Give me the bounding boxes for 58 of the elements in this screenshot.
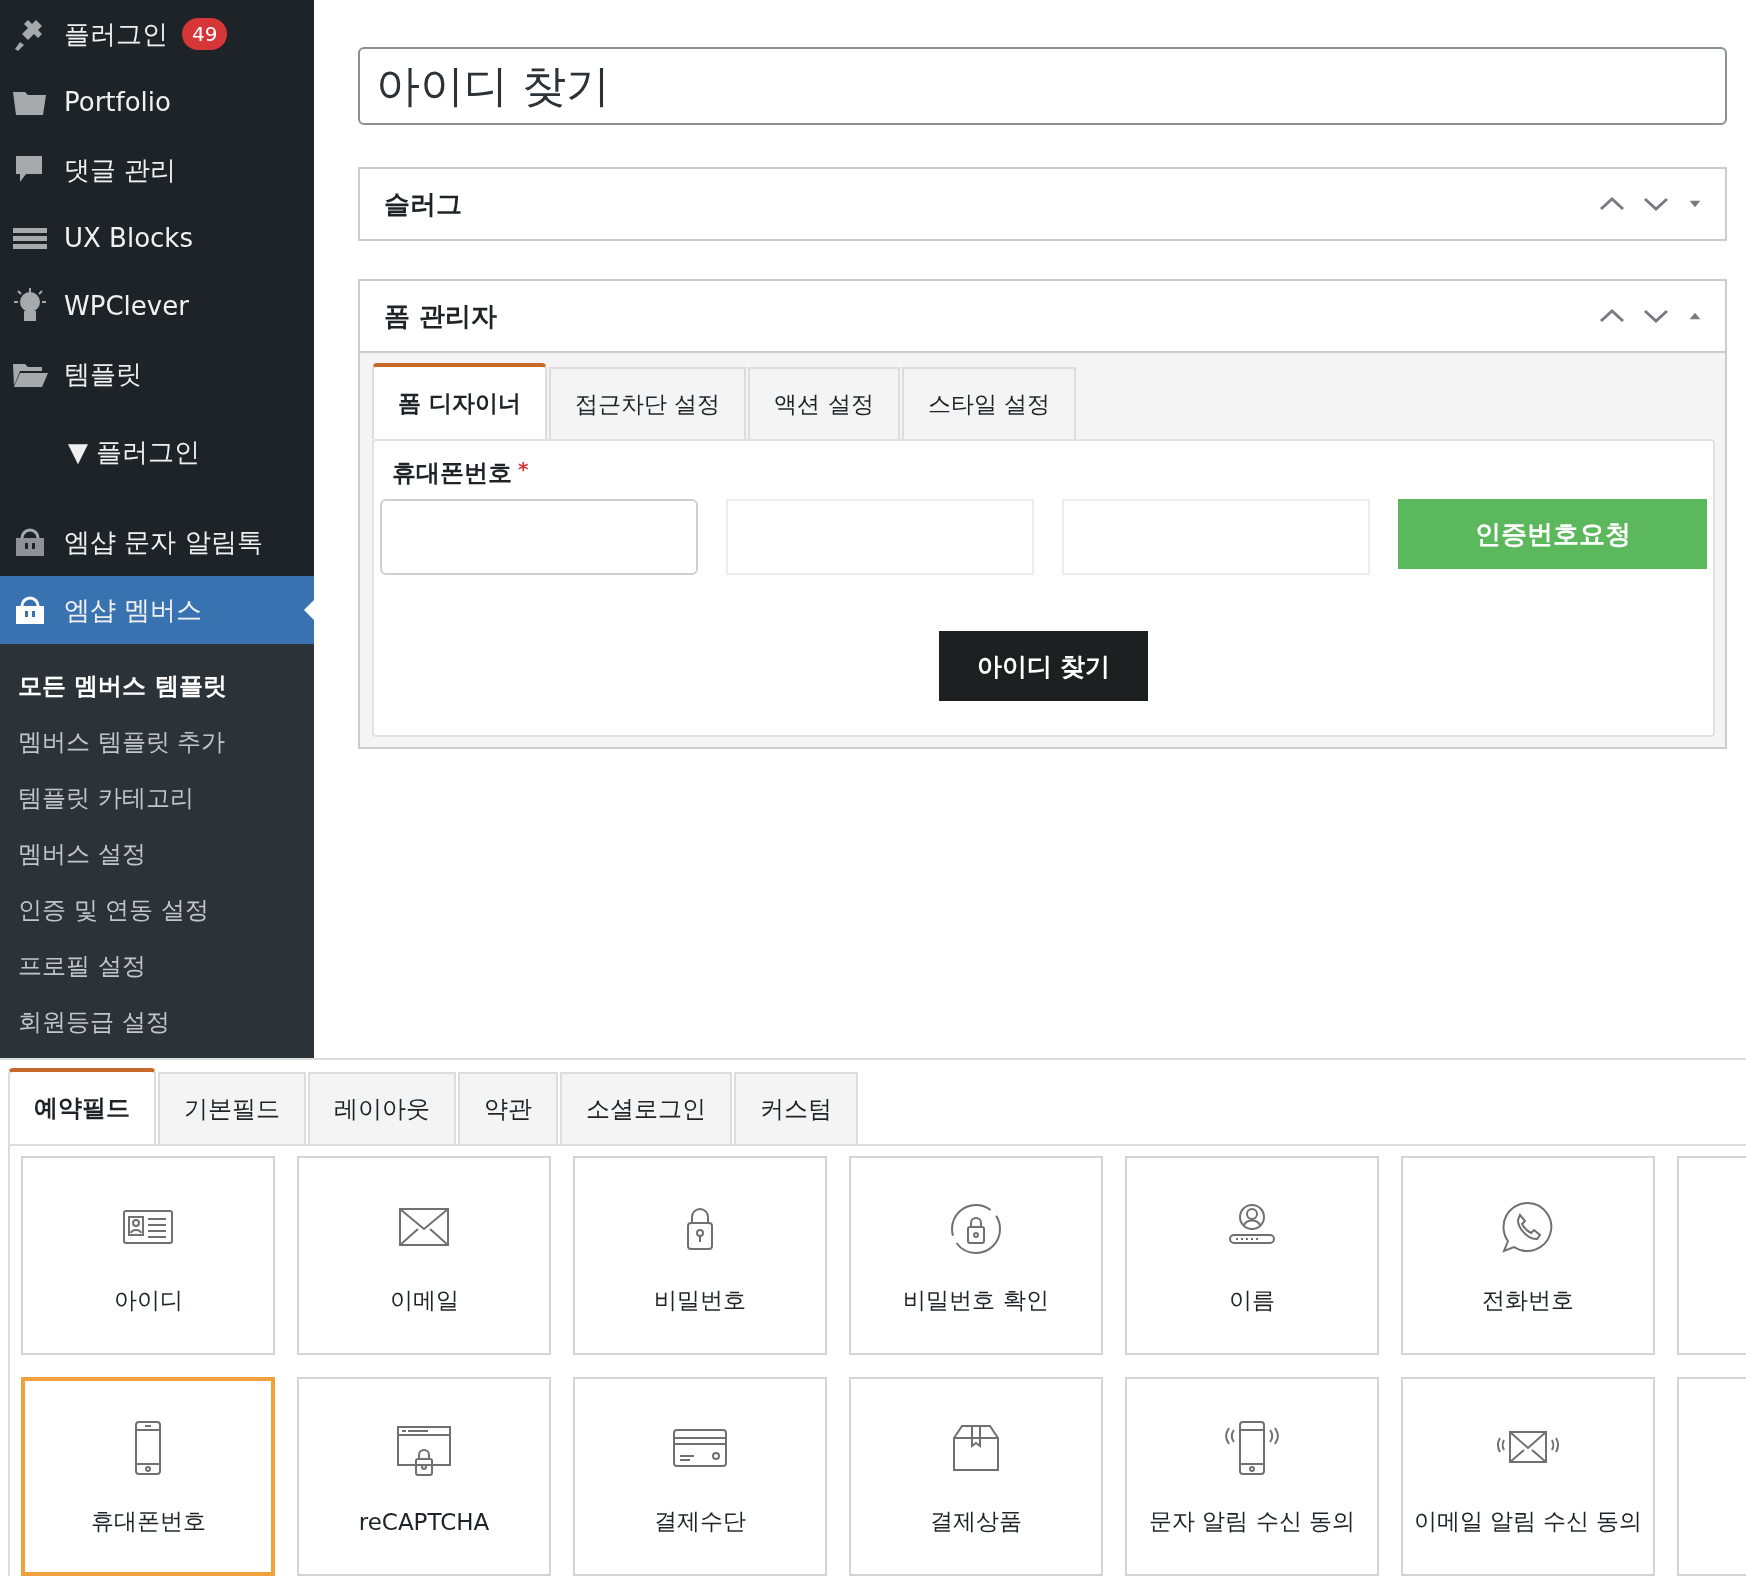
field-card-label: 전화번호 — [1482, 1286, 1574, 1315]
field-card[interactable]: 결제수단 — [573, 1377, 827, 1576]
sidebar-menu-item[interactable]: 엠샵 멤버스 — [0, 576, 314, 644]
sidebar-menu-item[interactable]: 플러그인 49 — [0, 0, 314, 68]
meta-box-title: 슬러그 — [384, 187, 462, 221]
field-card-label: 이메일 알림 수신 동의 — [1413, 1507, 1643, 1536]
sidebar-menu-item[interactable]: ▼ 플러그인 — [0, 418, 314, 486]
sidebar-menu-item[interactable]: UX Blocks — [0, 204, 314, 272]
tab[interactable]: 예약필드 — [8, 1068, 156, 1144]
field-card[interactable]: 이름 — [1125, 1156, 1379, 1355]
submenu-item[interactable]: 멤버스 설정 — [0, 826, 314, 882]
field-card[interactable]: reCAPTCHA — [297, 1377, 551, 1576]
sidebar-menu-item[interactable]: Portfolio — [0, 68, 314, 136]
field-card-label: 이메일 — [389, 1286, 459, 1315]
field-card-label: 아이디 — [113, 1286, 183, 1315]
field-card[interactable]: 문자 알림 수신 동의 — [1125, 1377, 1379, 1576]
tab[interactable]: 소셜로그인 — [560, 1072, 732, 1144]
field-card-label: 비밀번호 — [654, 1286, 746, 1315]
submenu-item[interactable]: 템플릿 카테고리 — [0, 770, 314, 826]
submenu-item[interactable]: 프로필 설정 — [0, 938, 314, 994]
submenu-item[interactable]: 회원등급 설정 — [0, 994, 314, 1050]
tab[interactable]: 액션 설정 — [748, 367, 900, 439]
tab[interactable]: 레이아웃 — [308, 1072, 456, 1144]
sidebar-menu-item[interactable]: 템플릿 — [0, 340, 314, 408]
field-card[interactable]: 이메일 알림 수신 동의 — [1401, 1377, 1655, 1576]
field-card[interactable]: 결제상품 — [849, 1377, 1103, 1576]
input-field[interactable] — [380, 499, 698, 575]
tab[interactable]: 폼 디자이너 — [372, 363, 547, 439]
field-card[interactable]: 비밀번호 — [573, 1156, 827, 1355]
tab[interactable]: 기본필드 — [158, 1072, 306, 1144]
tab[interactable]: 접근차단 설정 — [549, 367, 747, 439]
field-card[interactable]: 비밀번호 확인 — [849, 1156, 1103, 1355]
submit-button[interactable]: 아이디 찾기 — [938, 631, 1149, 701]
field-card-label: 비밀번호 확인 — [903, 1286, 1049, 1315]
field-card[interactable]: 전화번호 — [1401, 1156, 1655, 1355]
meta-box-title: 폼 관리자 — [384, 299, 498, 333]
sidebar-menu-item[interactable]: WPClever — [0, 272, 314, 340]
field-card[interactable]: 이메일 — [297, 1156, 551, 1355]
tab[interactable]: 커스텀 — [734, 1072, 858, 1144]
submenu-item[interactable]: 인증 및 연동 설정 — [0, 882, 314, 938]
count-badge: 49 — [182, 18, 228, 50]
field-card-label: 결제수단 — [654, 1507, 746, 1536]
field-card[interactable]: 아이디 — [21, 1156, 275, 1355]
field-card-label: 문자 알림 수신 동의 — [1149, 1507, 1355, 1536]
required-mark: * — [518, 457, 529, 483]
tab[interactable]: 약관 — [458, 1072, 558, 1144]
field-card-label: 이름 — [1229, 1286, 1275, 1315]
field-card[interactable]: 휴대폰번호 — [21, 1377, 275, 1576]
sidebar-menu-item[interactable]: 엠샵 문자 알림톡 — [0, 508, 314, 576]
field-card-label: 결제상품 — [930, 1507, 1022, 1536]
field-card-label: reCAPTCHA — [358, 1508, 490, 1535]
submenu-item[interactable]: 모든 멤버스 템플릿 — [0, 658, 314, 714]
sidebar-menu-item[interactable]: 댓글 관리 — [0, 136, 314, 204]
submenu-item[interactable]: 멤버스 템플릿 추가 — [0, 714, 314, 770]
title-field[interactable]: 아이디 찾기 — [358, 47, 1727, 125]
field-card-label: 휴대폰번호 — [90, 1507, 206, 1536]
tab[interactable]: 스타일 설정 — [901, 367, 1076, 439]
field-label: 휴대폰번호 — [392, 458, 512, 489]
